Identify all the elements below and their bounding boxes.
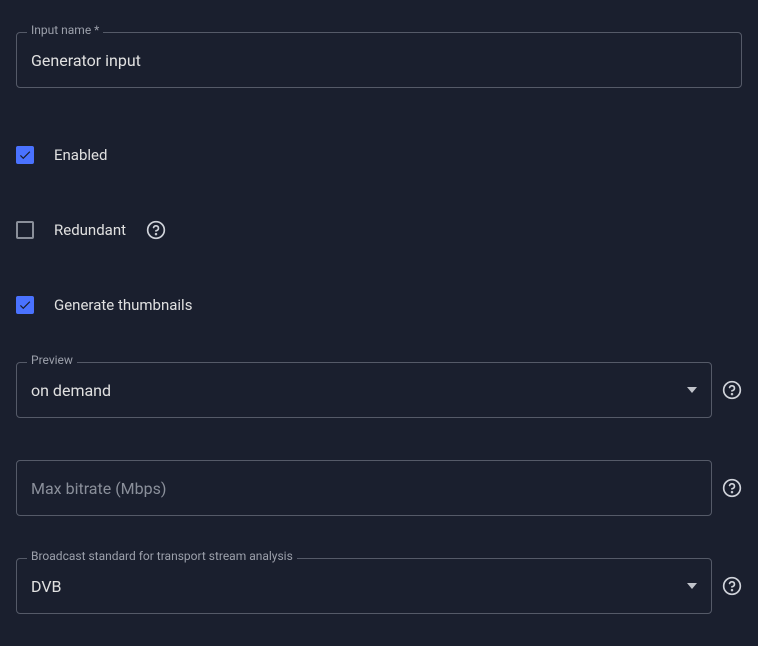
generate-thumbnails-label: Generate thumbnails	[54, 296, 192, 314]
chevron-down-icon	[687, 385, 697, 395]
help-icon[interactable]	[722, 478, 742, 498]
broadcast-standard-label: Broadcast standard for transport stream …	[27, 550, 297, 562]
help-icon[interactable]	[146, 220, 166, 240]
checkmark-icon	[18, 298, 32, 312]
preview-value: on demand	[31, 381, 679, 400]
preview-label: Preview	[27, 354, 77, 366]
input-name-field[interactable]: Input name *	[16, 32, 742, 88]
help-icon[interactable]	[722, 576, 742, 596]
input-name-input[interactable]	[31, 51, 727, 70]
enabled-checkbox[interactable]	[16, 146, 34, 164]
checkmark-icon	[18, 148, 32, 162]
preview-select[interactable]: Preview on demand	[16, 362, 712, 418]
redundant-checkbox[interactable]	[16, 221, 34, 239]
redundant-label: Redundant	[54, 221, 126, 239]
input-name-label: Input name *	[27, 24, 103, 36]
broadcast-standard-value: DVB	[31, 577, 679, 596]
max-bitrate-input[interactable]	[31, 479, 697, 498]
max-bitrate-field[interactable]	[16, 460, 712, 516]
broadcast-standard-select[interactable]: Broadcast standard for transport stream …	[16, 558, 712, 614]
chevron-down-icon	[687, 581, 697, 591]
enabled-label: Enabled	[54, 146, 107, 164]
help-icon[interactable]	[722, 380, 742, 400]
generate-thumbnails-checkbox[interactable]	[16, 296, 34, 314]
